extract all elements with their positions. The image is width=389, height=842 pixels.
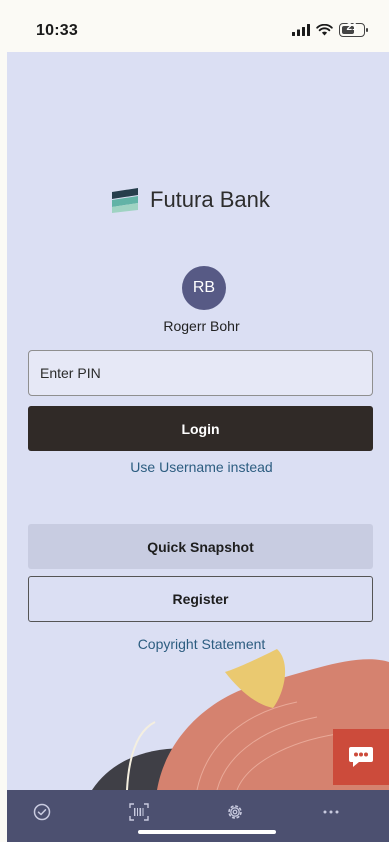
home-indicator <box>138 830 276 834</box>
more-dots-icon <box>323 810 339 814</box>
futura-bank-logo-icon <box>112 188 138 213</box>
user-avatar: RB <box>182 266 226 310</box>
nav-item-check[interactable] <box>30 800 54 824</box>
copyright-statement-link[interactable]: Copyright Statement <box>7 636 389 652</box>
chat-bubble-icon <box>349 747 373 767</box>
quick-snapshot-button[interactable]: Quick Snapshot <box>28 524 373 569</box>
battery-icon: 21 <box>339 22 368 37</box>
pin-input[interactable] <box>28 350 373 396</box>
nav-item-scan[interactable] <box>127 800 151 824</box>
chat-button[interactable] <box>333 729 389 785</box>
nav-item-more[interactable] <box>319 800 343 824</box>
status-bar: 10:33 21 <box>0 0 389 56</box>
settings-gear-icon <box>228 805 242 819</box>
check-circle-icon <box>33 803 51 821</box>
register-button[interactable]: Register <box>28 576 373 622</box>
phone-screen: 10:33 21 Futura Bank RB Rogerr Bohr Logi… <box>0 0 389 842</box>
login-button[interactable]: Login <box>28 406 373 451</box>
status-time: 10:33 <box>36 22 78 39</box>
battery-level: 21 <box>346 22 358 33</box>
wifi-icon <box>316 24 333 36</box>
login-screen: Futura Bank RB Rogerr Bohr Login Use Use… <box>7 52 389 790</box>
brand-name: Futura Bank <box>150 187 270 212</box>
bottom-navigation <box>7 790 389 842</box>
brand-logo: Futura Bank <box>110 186 270 214</box>
nav-item-settings[interactable] <box>223 800 247 824</box>
barcode-scan-icon <box>129 803 149 821</box>
use-username-link[interactable]: Use Username instead <box>7 459 389 475</box>
user-name: Rogerr Bohr <box>163 318 240 334</box>
cellular-signal-icon <box>292 24 310 36</box>
status-icons: 21 <box>292 20 368 40</box>
